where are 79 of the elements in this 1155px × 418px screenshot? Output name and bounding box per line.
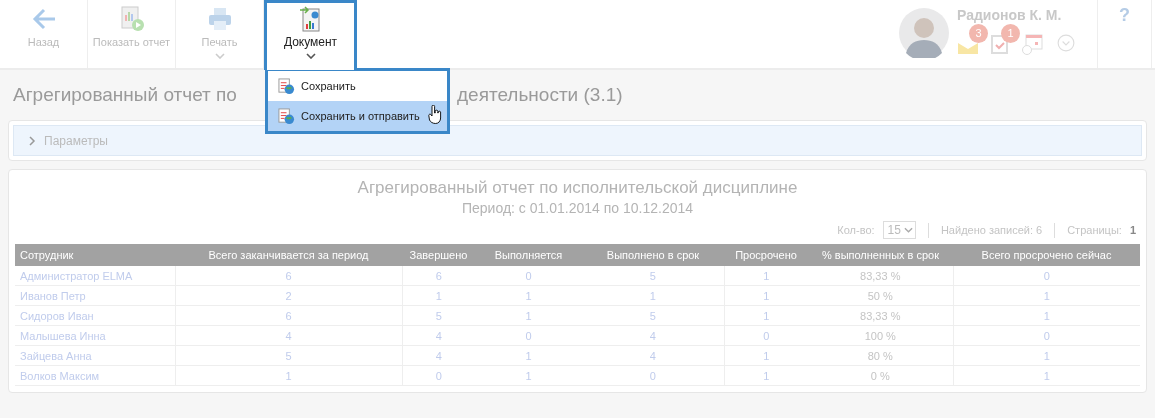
employee-link[interactable]: Зайцева Анна xyxy=(15,345,175,366)
column-header[interactable]: Всего заканчивается за период xyxy=(175,244,402,266)
parameters-toggle[interactable]: Параметры xyxy=(13,125,1142,156)
pages-label: Страницы: xyxy=(1067,224,1122,236)
table-cell[interactable]: 0 xyxy=(475,266,582,286)
table-cell[interactable]: 4 xyxy=(582,325,724,346)
table-cell[interactable]: 1 xyxy=(953,345,1140,366)
table-cell[interactable]: 4 xyxy=(175,325,402,346)
table-cell[interactable]: 1 xyxy=(724,266,808,286)
table-cell[interactable]: 1 xyxy=(475,345,582,366)
count-select[interactable]: 15 xyxy=(882,221,916,239)
table-cell[interactable]: 5 xyxy=(175,345,402,366)
table-cell[interactable]: 1 xyxy=(953,285,1140,306)
page-title: деятельности (3.1) xyxy=(457,84,623,106)
back-arrow-icon xyxy=(30,6,57,32)
table-cell[interactable]: 0 xyxy=(953,325,1140,346)
menu-item[interactable]: Сохранить xyxy=(268,71,447,101)
toolbar-button[interactable]: Документ xyxy=(264,0,357,70)
table-cell[interactable]: 1 xyxy=(953,365,1140,386)
table-cell[interactable]: 0 xyxy=(953,266,1140,286)
table-cell: 83,33 % xyxy=(808,266,953,286)
menu-item[interactable]: Сохранить и отправить xyxy=(268,101,447,131)
employee-link[interactable]: Сидоров Иван xyxy=(15,305,175,326)
caret-icon xyxy=(903,227,913,233)
help-button[interactable]: ? xyxy=(1097,0,1152,68)
report-play-icon xyxy=(118,6,145,32)
table-cell[interactable]: 1 xyxy=(475,285,582,306)
count-badge: 1 xyxy=(1001,24,1020,43)
printer-icon xyxy=(206,6,233,32)
report-title: Агрегированный отчет по исполнительской дисциплине xyxy=(357,178,798,198)
table-cell[interactable]: 1 xyxy=(475,365,582,386)
page-title: Агрегированный отчет по xyxy=(12,84,238,106)
table-cell: 83,33 % xyxy=(808,305,953,326)
employee-link[interactable]: Малышева Инна xyxy=(15,325,175,346)
column-header[interactable]: % выполненных в срок xyxy=(808,244,953,266)
count-badge: 3 xyxy=(969,24,988,43)
table-cell[interactable]: 5 xyxy=(402,305,475,326)
document-globe-icon xyxy=(278,107,295,125)
table-cell[interactable]: 0 xyxy=(402,365,475,386)
table-cell[interactable]: 1 xyxy=(724,285,808,306)
column-header[interactable]: Выполнено в срок xyxy=(582,244,724,266)
envelope-icon[interactable] xyxy=(957,42,979,55)
column-header[interactable]: Сотрудник xyxy=(15,244,175,266)
table-cell[interactable]: 5 xyxy=(582,266,724,286)
table-cell[interactable]: 1 xyxy=(724,365,808,386)
column-header[interactable]: Выполняется xyxy=(475,244,582,266)
table-cell[interactable]: 0 xyxy=(582,365,724,386)
table-cell[interactable]: 0 xyxy=(475,325,582,346)
table-cell[interactable]: 6 xyxy=(175,266,402,286)
table-cell[interactable]: 4 xyxy=(402,325,475,346)
document-globe-icon xyxy=(278,77,295,95)
table-cell: 80 % xyxy=(808,345,953,366)
column-header[interactable]: Всего просрочено сейчас xyxy=(953,244,1140,266)
table-cell[interactable]: 1 xyxy=(402,285,475,306)
report-period: Период: с 01.01.2014 по 10.12.2014 xyxy=(461,200,694,216)
calendar-clock-icon[interactable] xyxy=(1021,33,1043,55)
employee-link[interactable]: Администратор ELMA xyxy=(15,266,175,286)
table-cell[interactable]: 6 xyxy=(402,266,475,286)
table-cell[interactable]: 1 xyxy=(175,365,402,386)
table-cell[interactable]: 1 xyxy=(582,285,724,306)
table-cell[interactable]: 1 xyxy=(724,345,808,366)
chevron-icon xyxy=(28,135,36,146)
table-cell[interactable]: 4 xyxy=(582,345,724,366)
table-cell[interactable]: 6 xyxy=(175,305,402,326)
hand-cursor-icon xyxy=(428,105,442,125)
table-cell[interactable]: 4 xyxy=(402,345,475,366)
avatar[interactable] xyxy=(899,8,949,58)
table-cell[interactable]: 1 xyxy=(475,305,582,326)
count-label: Кол-во: xyxy=(837,224,875,236)
employee-link[interactable]: Иванов Петр xyxy=(15,285,175,306)
column-header[interactable]: Завершено xyxy=(402,244,475,266)
column-header[interactable]: Просрочено xyxy=(724,244,808,266)
employee-link[interactable]: Волков Максим xyxy=(15,365,175,386)
table-cell[interactable]: 2 xyxy=(175,285,402,306)
table-cell[interactable]: 5 xyxy=(582,305,724,326)
table-cell[interactable]: 1 xyxy=(953,305,1140,326)
table-cell[interactable]: 0 xyxy=(724,325,808,346)
table-cell[interactable]: 1 xyxy=(724,305,808,326)
page-link[interactable]: 1 xyxy=(1129,224,1136,236)
